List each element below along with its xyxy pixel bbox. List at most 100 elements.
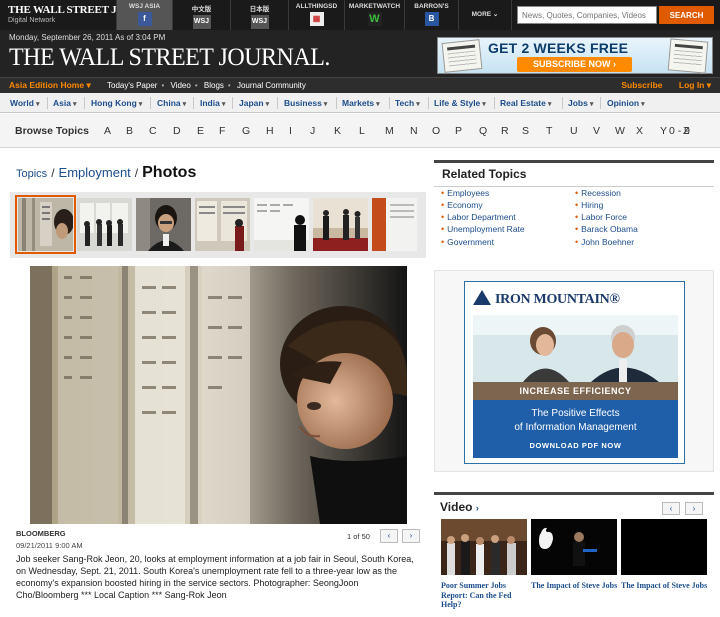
related-topic-link[interactable]: • Recession bbox=[575, 188, 621, 198]
network-tab-barrons[interactable]: BARRON'S B bbox=[404, 0, 458, 30]
browse-letter-link[interactable]: E bbox=[197, 125, 204, 137]
photo-thumbnail[interactable] bbox=[372, 198, 417, 251]
nav-markets[interactable]: Markets ▾ bbox=[342, 98, 380, 108]
photo-thumbnail[interactable] bbox=[77, 198, 132, 251]
browse-letter-link[interactable]: F bbox=[219, 125, 225, 137]
nav-business[interactable]: Business ▾ bbox=[284, 98, 327, 108]
nav-world[interactable]: World ▾ bbox=[10, 98, 39, 108]
video-prev-button[interactable]: ‹ bbox=[662, 502, 680, 515]
video-thumbnail[interactable] bbox=[531, 519, 617, 575]
browse-letter-link[interactable]: D bbox=[173, 125, 181, 137]
browse-letter-link[interactable]: H bbox=[266, 125, 274, 137]
nav-india[interactable]: India ▾ bbox=[200, 98, 225, 108]
network-tab-marketwatch[interactable]: MARKETWATCH W bbox=[344, 0, 404, 30]
browse-letter-link[interactable]: 0 - 9 bbox=[669, 125, 690, 137]
bullet-icon: • bbox=[575, 237, 579, 247]
network-tab-label: BARRON'S bbox=[414, 3, 449, 10]
nav-tech[interactable]: Tech ▾ bbox=[395, 98, 420, 108]
chevron-right-icon: › bbox=[409, 531, 413, 540]
related-topic-link[interactable]: • Labor Force bbox=[575, 212, 627, 222]
video-title[interactable]: Poor Summer Jobs Report: Can the Fed Hel… bbox=[441, 581, 529, 610]
browse-letter-link[interactable]: Y bbox=[660, 125, 667, 137]
divider bbox=[84, 97, 85, 109]
browse-letter-link[interactable]: C bbox=[149, 125, 157, 137]
browse-letter-link[interactable]: W bbox=[615, 125, 625, 137]
video-link[interactable]: Video bbox=[171, 81, 191, 90]
browse-letter-link[interactable]: J bbox=[310, 125, 315, 137]
next-photo-button[interactable]: › bbox=[402, 529, 420, 543]
photo-thumbnail[interactable] bbox=[136, 198, 191, 251]
browse-letter-link[interactable]: S bbox=[522, 125, 529, 137]
network-tab-wsj-asia[interactable]: WSJ ASIA f bbox=[116, 0, 172, 30]
ad-band: INCREASE EFFICIENCY bbox=[473, 382, 678, 400]
breadcrumb-employment[interactable]: Employment bbox=[59, 165, 131, 180]
browse-letter-link[interactable]: M bbox=[385, 125, 394, 137]
browse-letter-link[interactable]: G bbox=[242, 125, 250, 137]
related-topic-link[interactable]: • Employees bbox=[441, 188, 489, 198]
video-thumbnail[interactable] bbox=[441, 519, 527, 575]
video-header: Video › ‹ › bbox=[434, 492, 714, 515]
login-link[interactable]: Log In ▾ bbox=[679, 80, 711, 90]
related-topic-link[interactable]: • Labor Department bbox=[441, 212, 516, 222]
nav-jobs[interactable]: Jobs ▾ bbox=[568, 98, 593, 108]
video-next-button[interactable]: › bbox=[685, 502, 703, 515]
related-topic-link[interactable]: • John Boehner bbox=[575, 237, 634, 247]
browse-letter-link[interactable]: Q bbox=[479, 125, 487, 137]
video-heading[interactable]: Video › bbox=[440, 500, 479, 514]
search-input[interactable] bbox=[517, 6, 657, 24]
photo-thumbnail[interactable] bbox=[15, 195, 76, 254]
nav-asia[interactable]: Asia ▾ bbox=[53, 98, 76, 108]
nav-life-style[interactable]: Life & Style ▾ bbox=[434, 98, 486, 108]
edition-selector[interactable]: Asia Edition Home ▾ bbox=[9, 80, 91, 91]
network-tab-more[interactable]: MORE ⌄ bbox=[458, 0, 512, 30]
nav-hong-kong[interactable]: Hong Kong ▾ bbox=[91, 98, 142, 108]
video-title[interactable]: The Impact of Steve Jobs bbox=[531, 581, 619, 591]
browse-letter-link[interactable]: K bbox=[334, 125, 341, 137]
browse-letter-link[interactable]: B bbox=[126, 125, 133, 137]
network-logo[interactable]: THE WALL STREET JOURNAL. Digital Network bbox=[0, 0, 166, 30]
nav-japan[interactable]: Japan ▾ bbox=[239, 98, 269, 108]
subscribe-now-button[interactable]: SUBSCRIBE NOW › bbox=[517, 57, 632, 72]
nav-real-estate[interactable]: Real Estate ▾ bbox=[500, 98, 551, 108]
related-topic-link[interactable]: • Barack Obama bbox=[575, 224, 638, 234]
photo-date: 09/21/2011 9:00 AM bbox=[16, 541, 83, 550]
browse-letter-link[interactable]: R bbox=[501, 125, 509, 137]
browse-letter-link[interactable]: N bbox=[410, 125, 418, 137]
browse-letter-link[interactable]: V bbox=[593, 125, 600, 137]
search-button[interactable]: SEARCH bbox=[659, 6, 714, 24]
subscribe-promo[interactable]: GET 2 WEEKS FREE SUBSCRIBE NOW › bbox=[437, 37, 713, 74]
journal-community-link[interactable]: Journal Community bbox=[237, 81, 306, 90]
divider bbox=[277, 97, 278, 109]
photo-thumbnail[interactable] bbox=[254, 198, 309, 251]
ad-cta[interactable]: DOWNLOAD PDF NOW bbox=[473, 441, 678, 450]
browse-letter-link[interactable]: L bbox=[359, 125, 365, 137]
blogs-link[interactable]: Blogs bbox=[204, 81, 224, 90]
nav-opinion[interactable]: Opinion ▾ bbox=[607, 98, 645, 108]
subscribe-link[interactable]: Subscribe bbox=[621, 80, 662, 90]
related-topic-link[interactable]: • Economy bbox=[441, 200, 483, 210]
network-tab-allthingsd[interactable]: ALLTHINGSD ▦ bbox=[288, 0, 344, 30]
network-tab-chinese[interactable]: 中文版 WSJ bbox=[172, 0, 230, 30]
video-thumbnail[interactable] bbox=[621, 519, 707, 575]
related-topic-link[interactable]: • Unemployment Rate bbox=[441, 224, 525, 234]
browse-letter-link[interactable]: I bbox=[289, 125, 292, 137]
browse-letter-link[interactable]: A bbox=[104, 125, 111, 137]
iron-mountain-ad[interactable]: IRON MOUNTAIN® INCREASE EFFICIENCY The P… bbox=[464, 281, 685, 464]
photo-thumbnail[interactable] bbox=[313, 198, 368, 251]
breadcrumb-topics[interactable]: Topics bbox=[16, 168, 47, 180]
related-topic-link[interactable]: • Government bbox=[441, 237, 494, 247]
browse-letter-link[interactable]: U bbox=[570, 125, 578, 137]
todays-paper-link[interactable]: Today's Paper bbox=[107, 81, 157, 90]
wsj-logo[interactable]: THE WALL STREET JOURNAL. bbox=[9, 44, 330, 72]
network-tab-japan[interactable]: 日本版 WSJ bbox=[230, 0, 288, 30]
prev-photo-button[interactable]: ‹ bbox=[380, 529, 398, 543]
nav-china[interactable]: China ▾ bbox=[157, 98, 186, 108]
divider bbox=[494, 97, 495, 109]
video-title[interactable]: The Impact of Steve Jobs bbox=[621, 581, 709, 591]
browse-letter-link[interactable]: P bbox=[455, 125, 462, 137]
related-topic-link[interactable]: • Hiring bbox=[575, 200, 603, 210]
browse-letter-link[interactable]: T bbox=[546, 125, 552, 137]
photo-thumbnail[interactable] bbox=[195, 198, 250, 251]
browse-letter-link[interactable]: X bbox=[636, 125, 643, 137]
browse-letter-link[interactable]: O bbox=[432, 125, 440, 137]
